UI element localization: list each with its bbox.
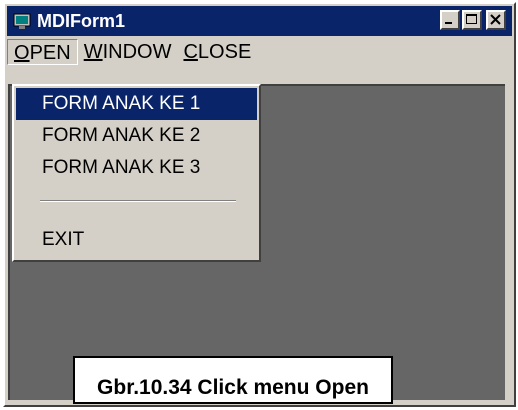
menu-item-exit[interactable]: EXIT — [16, 224, 257, 256]
app-icon[interactable] — [13, 12, 31, 30]
close-icon — [490, 14, 501, 25]
open-menu-dropdown: FORM ANAK KE 1 FORM ANAK KE 2 FORM ANAK … — [12, 84, 261, 262]
menu-close[interactable]: CLOSE — [177, 39, 257, 65]
menu-bar: OPEN WINDOW CLOSE — [7, 38, 512, 66]
maximize-icon — [466, 14, 477, 24]
menu-item-form-anak-2[interactable]: FORM ANAK KE 2 — [16, 120, 257, 152]
menu-item-form-anak-3[interactable]: FORM ANAK KE 3 — [16, 152, 257, 184]
figure-caption-box: Gbr.10.34 Click menu Open — [73, 356, 393, 404]
menu-separator — [40, 200, 236, 202]
window-title: MDIForm1 — [37, 10, 126, 31]
menu-item-form-anak-1[interactable]: FORM ANAK KE 1 — [16, 88, 257, 120]
maximize-button[interactable] — [462, 10, 482, 30]
minimize-button[interactable] — [440, 10, 460, 30]
menu-window[interactable]: WINDOW — [78, 39, 178, 65]
menu-open[interactable]: OPEN — [7, 39, 78, 65]
minimize-icon — [445, 22, 452, 24]
title-bar[interactable]: MDIForm1 — [7, 6, 512, 36]
figure-caption: Gbr.10.34 Click menu Open — [97, 376, 369, 399]
close-button[interactable] — [486, 10, 506, 30]
